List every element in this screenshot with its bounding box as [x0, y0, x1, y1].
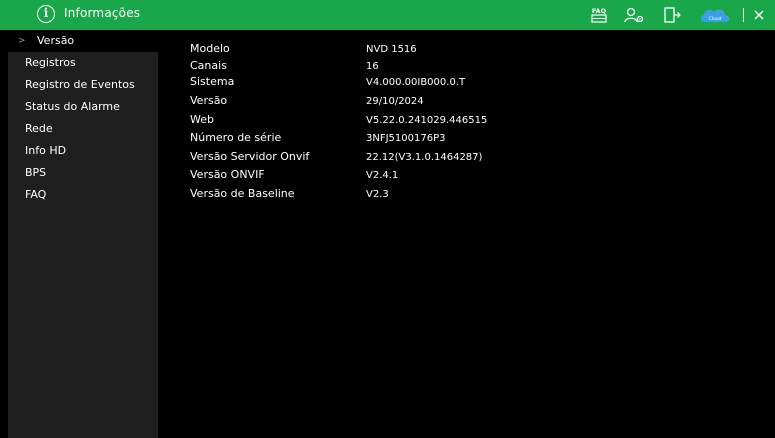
chevron-right-icon: > — [18, 36, 26, 46]
close-icon[interactable] — [752, 6, 766, 24]
page-title: Informações — [64, 6, 141, 20]
sidebar-item-registro-de-eventos[interactable]: Registro de Eventos — [8, 74, 158, 96]
sidebar-item-status-do-alarme[interactable]: Status do Alarme — [8, 96, 158, 118]
sidebar-item-rede[interactable]: Rede — [8, 118, 158, 140]
svg-text:FAQ: FAQ — [592, 7, 607, 15]
cloud-icon[interactable]: Cloud — [698, 6, 732, 24]
info-value: NVD 1516 — [366, 44, 417, 55]
info-label: Número de série — [190, 131, 282, 144]
sidebar-item-label: Status do Alarme — [25, 100, 120, 113]
info-label: Canais — [190, 59, 227, 72]
info-value: 16 — [366, 61, 379, 72]
sidebar-item-faq[interactable]: FAQ — [8, 184, 158, 206]
info-label: Versão ONVIF — [190, 168, 265, 181]
sidebar-item-bps[interactable]: BPS — [8, 162, 158, 184]
info-value: V5.22.0.241029.446515 — [366, 115, 488, 126]
version-info-panel: Modelo NVD 1516 Canais 16 Sistema V4.000… — [158, 30, 775, 438]
info-label: Versão — [190, 94, 228, 107]
info-label: Web — [190, 113, 214, 126]
sidebar-item-label: BPS — [25, 166, 47, 179]
info-label: Sistema — [190, 75, 235, 88]
info-value: V2.3 — [366, 189, 389, 200]
info-value: 29/10/2024 — [366, 96, 424, 107]
info-label: Modelo — [190, 42, 230, 55]
sidebar-item-label: Registros — [25, 56, 76, 69]
cloud-label: Cloud — [709, 16, 722, 22]
sidebar-item-label: Registro de Eventos — [25, 78, 135, 91]
info-value: 3NFJ5100176P3 — [366, 133, 446, 144]
divider — [743, 8, 744, 22]
user-settings-icon[interactable] — [623, 6, 645, 24]
info-icon: i — [37, 5, 55, 23]
title-bar: i Informações FAQ Cloud — [0, 0, 775, 30]
info-label: Versão Servidor Onvif — [190, 150, 310, 163]
info-value: V2.4.1 — [366, 170, 399, 181]
logout-icon[interactable] — [662, 6, 682, 24]
info-label: Versão de Baseline — [190, 187, 295, 200]
sidebar-item-info-hd[interactable]: Info HD — [8, 140, 158, 162]
sidebar-item-registros[interactable]: Registros — [8, 52, 158, 74]
sidebar-item-versao[interactable]: > Versão — [8, 30, 158, 52]
info-value: V4.000.00IB000.0.T — [366, 77, 466, 88]
faq-icon[interactable]: FAQ — [590, 6, 608, 24]
info-value: 22.12(V3.1.0.1464287) — [366, 152, 483, 163]
sidebar-item-label: FAQ — [25, 188, 47, 201]
sidebar-item-label: Info HD — [25, 144, 67, 157]
sidebar-item-label: Versão — [37, 34, 75, 47]
sidebar: > Versão Registros Registro de Eventos S… — [8, 30, 158, 438]
sidebar-item-label: Rede — [25, 122, 53, 135]
